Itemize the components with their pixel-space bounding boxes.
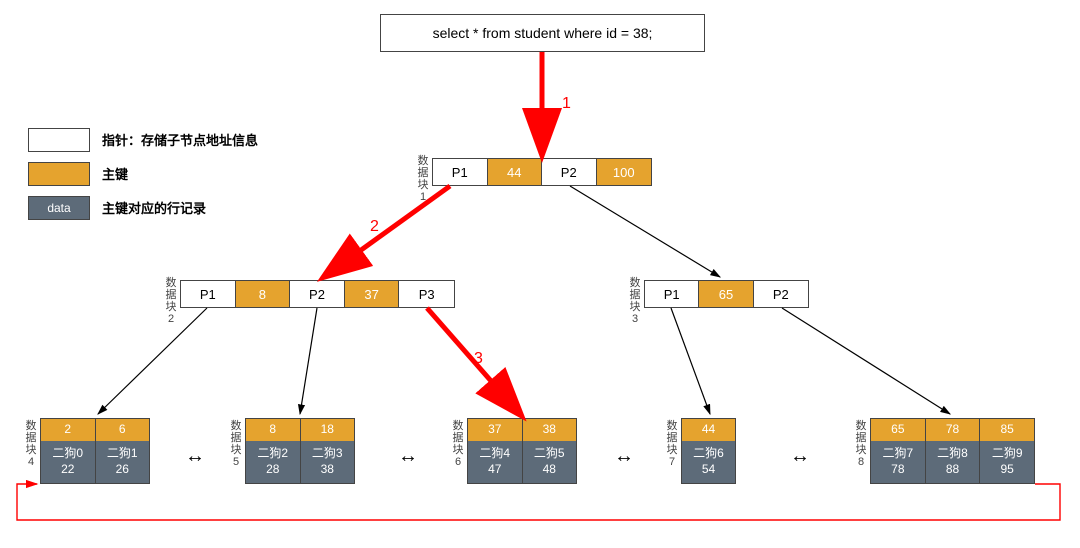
leaf-link-4-5: ↔ [185,445,205,468]
leaf6-k1: 38 [523,419,577,441]
leaf5-r0: 二狗228 [246,441,301,483]
leaf6-r1: 二狗548 [523,441,577,483]
leaf8-r0: 二狗778 [871,441,926,483]
legend-key-swatch [28,162,90,186]
leaf-node-8: 65 78 85 二狗778 二狗888 二狗995 [870,418,1035,484]
block-label-4: 数据块4 [24,420,38,468]
edge-n3-leaf7 [671,308,710,414]
leaf4-r0: 二狗022 [41,441,96,483]
n2-p2: P2 [290,281,345,307]
leaf8-k1: 78 [926,419,981,441]
block-label-3: 数据块3 [628,277,642,325]
block-label-5: 数据块5 [229,420,243,468]
leaf-node-6: 37 38 二狗447 二狗548 [467,418,577,484]
root-cell-k2: 100 [597,159,652,185]
leaf6-r0: 二狗447 [468,441,523,483]
leaf8-r1: 二狗888 [926,441,981,483]
legend-data-label: 主键对应的行记录 [102,198,206,217]
legend-pointer-swatch [28,128,90,152]
leaf5-k1: 18 [301,419,355,441]
legend-data-swatch: data [28,196,90,220]
root-node: P1 44 P2 100 [432,158,652,186]
leaf-link-6-7: ↔ [614,445,634,468]
block-label-7: 数据块7 [665,420,679,468]
step-3: 3 [474,350,483,368]
leaf7-r0: 二狗654 [682,441,735,483]
n2-k2: 37 [345,281,400,307]
leaf-link-7-8: ↔ [790,445,810,468]
sql-query-text: select * from student where id = 38; [433,25,653,41]
leaf4-r1: 二狗126 [96,441,150,483]
n3-k1: 65 [699,281,753,307]
edge-root-n3 [570,186,720,277]
root-cell-p2: P2 [542,159,597,185]
leaf5-r1: 二狗338 [301,441,355,483]
leaf8-r2: 二狗995 [980,441,1034,483]
block-label-2: 数据块2 [164,277,178,325]
legend-data-swatch-text: data [47,201,70,215]
block-label-8: 数据块8 [854,420,868,468]
legend-key-label: 主键 [102,164,128,183]
internal-node-3: P1 65 P2 [644,280,809,308]
n3-p2: P2 [754,281,808,307]
leaf-node-4: 2 6 二狗022 二狗126 [40,418,150,484]
leaf4-k0: 2 [41,419,96,441]
block-label-6: 数据块6 [451,420,465,468]
leaf4-k1: 6 [96,419,150,441]
leaf8-k2: 85 [980,419,1034,441]
edge-n3-leaf8 [782,308,950,414]
leaf6-k0: 37 [468,419,523,441]
edge-n2-leaf5 [300,308,317,414]
legend-pointer-label: 指针：存储子节点地址信息 [102,130,258,149]
n2-k1: 8 [236,281,291,307]
leaf8-k0: 65 [871,419,926,441]
step-2: 2 [370,218,379,236]
n2-p3: P3 [399,281,454,307]
leaf-node-7: 44 二狗654 [681,418,736,484]
sql-query-box: select * from student where id = 38; [380,14,705,52]
block-label-1: 数据块1 [416,155,430,203]
leaf-node-5: 8 18 二狗228 二狗338 [245,418,355,484]
n3-p1: P1 [645,281,699,307]
leaf-chain-wrap [17,484,1060,520]
root-cell-p1: P1 [433,159,488,185]
edge-n2-leaf4 [98,308,207,414]
n2-p1: P1 [181,281,236,307]
leaf7-k0: 44 [682,419,735,441]
internal-node-2: P1 8 P2 37 P3 [180,280,455,308]
leaf5-k0: 8 [246,419,301,441]
leaf-link-5-6: ↔ [398,445,418,468]
root-cell-k1: 44 [488,159,543,185]
step-1: 1 [562,95,571,113]
path-step-2 [325,186,450,276]
